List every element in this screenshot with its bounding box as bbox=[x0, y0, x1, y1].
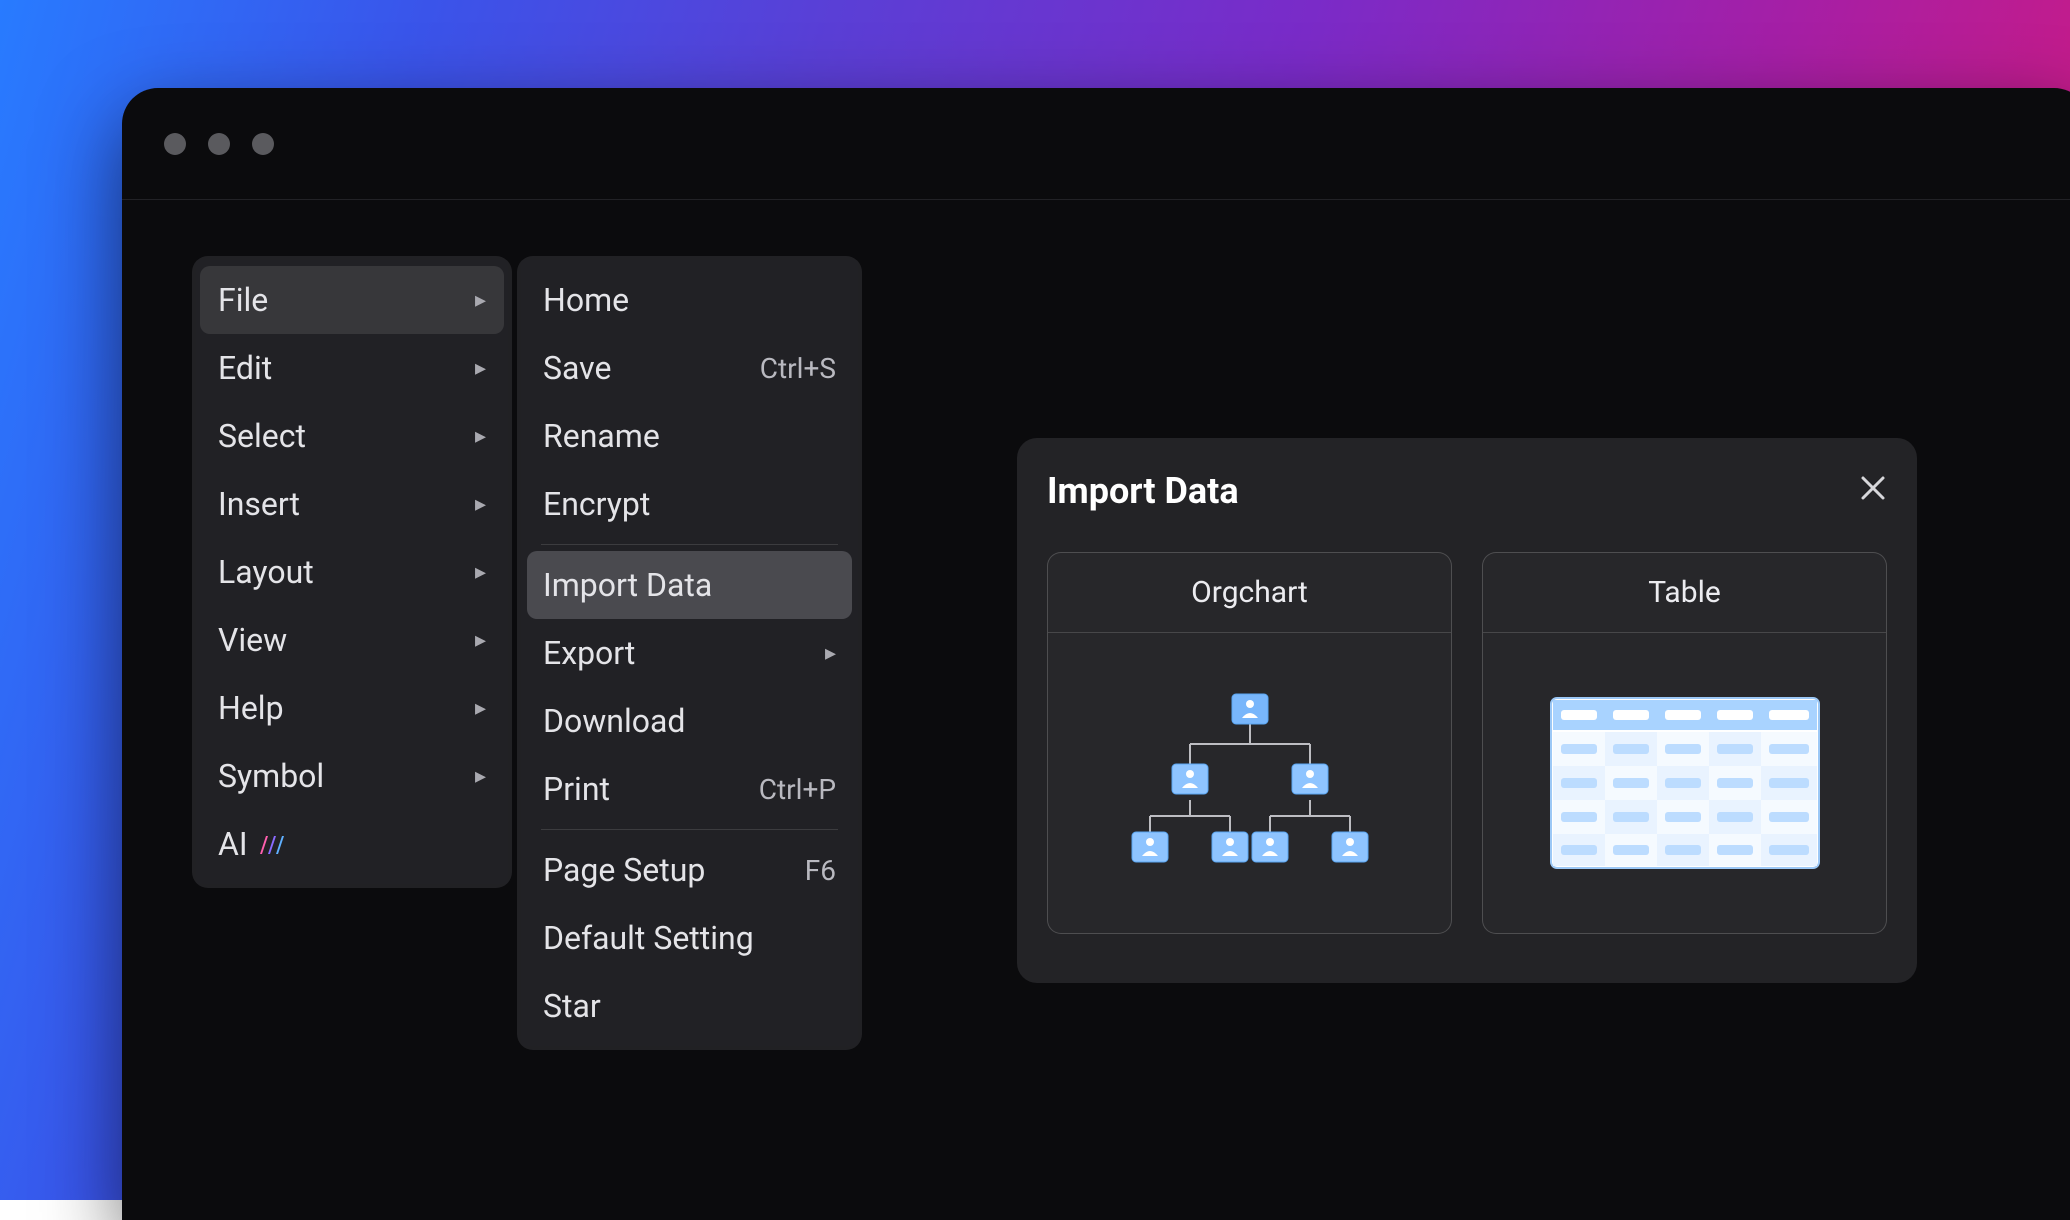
chevron-right-icon: ▸ bbox=[825, 641, 836, 666]
submenu-item-page-setup[interactable]: Page Setup F6 bbox=[517, 836, 862, 904]
submenu-item-label: Default Setting bbox=[543, 919, 836, 957]
window-minimize-dot[interactable] bbox=[208, 133, 230, 155]
menu-item-label: Layout bbox=[218, 553, 465, 591]
main-menu: File ▸ Edit ▸ Select ▸ Insert ▸ Layout ▸… bbox=[192, 256, 512, 888]
chevron-right-icon: ▸ bbox=[475, 628, 486, 653]
menu-item-label: File bbox=[218, 281, 465, 319]
menu-item-label: Help bbox=[218, 689, 465, 727]
menu-item-label: View bbox=[218, 621, 465, 659]
submenu-item-default-setting[interactable]: Default Setting bbox=[517, 904, 862, 972]
table-icon bbox=[1545, 688, 1825, 878]
menu-item-ai[interactable]: AI bbox=[192, 810, 512, 878]
submenu-item-home[interactable]: Home bbox=[517, 266, 862, 334]
submenu-item-label: Save bbox=[543, 349, 760, 387]
app-content: File ▸ Edit ▸ Select ▸ Insert ▸ Layout ▸… bbox=[122, 200, 2070, 1220]
menu-item-layout[interactable]: Layout ▸ bbox=[192, 538, 512, 606]
import-data-dialog: Import Data Orgchart bbox=[1017, 438, 1917, 983]
chevron-right-icon: ▸ bbox=[475, 696, 486, 721]
chevron-right-icon: ▸ bbox=[475, 492, 486, 517]
chevron-right-icon: ▸ bbox=[475, 560, 486, 585]
menu-item-select[interactable]: Select ▸ bbox=[192, 402, 512, 470]
submenu-separator bbox=[541, 829, 838, 830]
card-title: Table bbox=[1483, 553, 1886, 633]
window-close-dot[interactable] bbox=[164, 133, 186, 155]
card-title: Orgchart bbox=[1048, 553, 1451, 633]
menu-item-edit[interactable]: Edit ▸ bbox=[192, 334, 512, 402]
menu-item-help[interactable]: Help ▸ bbox=[192, 674, 512, 742]
submenu-item-label: Rename bbox=[543, 417, 836, 455]
dialog-cards: Orgchart bbox=[1047, 552, 1887, 934]
card-body bbox=[1048, 633, 1451, 933]
chevron-right-icon: ▸ bbox=[475, 288, 486, 313]
menu-item-insert[interactable]: Insert ▸ bbox=[192, 470, 512, 538]
window-zoom-dot[interactable] bbox=[252, 133, 274, 155]
submenu-item-rename[interactable]: Rename bbox=[517, 402, 862, 470]
menu-item-view[interactable]: View ▸ bbox=[192, 606, 512, 674]
menu-item-symbol[interactable]: Symbol ▸ bbox=[192, 742, 512, 810]
orgchart-icon bbox=[1120, 688, 1380, 878]
chevron-right-icon: ▸ bbox=[475, 764, 486, 789]
submenu-item-label: Download bbox=[543, 702, 836, 740]
submenu-item-print[interactable]: Print Ctrl+P bbox=[517, 755, 862, 823]
submenu-separator bbox=[541, 544, 838, 545]
submenu-item-export[interactable]: Export ▸ bbox=[517, 619, 862, 687]
submenu-item-download[interactable]: Download bbox=[517, 687, 862, 755]
submenu-item-save[interactable]: Save Ctrl+S bbox=[517, 334, 862, 402]
menu-item-ai-text: AI bbox=[218, 825, 248, 863]
submenu-item-label: Encrypt bbox=[543, 485, 836, 523]
dialog-header: Import Data bbox=[1047, 462, 1887, 520]
submenu-item-import-data[interactable]: Import Data bbox=[527, 551, 852, 619]
card-table[interactable]: Table bbox=[1482, 552, 1887, 934]
ai-badge-icon bbox=[258, 832, 284, 856]
menu-item-label: AI bbox=[218, 825, 486, 863]
menu-item-file[interactable]: File ▸ bbox=[200, 266, 504, 334]
submenu-item-label: Export bbox=[543, 634, 815, 672]
submenu-item-label: Page Setup bbox=[543, 851, 805, 889]
chevron-right-icon: ▸ bbox=[475, 356, 486, 381]
card-orgchart[interactable]: Orgchart bbox=[1047, 552, 1452, 934]
submenu-item-label: Import Data bbox=[543, 566, 836, 604]
menu-item-label: Select bbox=[218, 417, 465, 455]
submenu-item-shortcut: Ctrl+P bbox=[759, 773, 836, 806]
file-submenu: Home Save Ctrl+S Rename Encrypt Import D… bbox=[517, 256, 862, 1050]
menu-item-label: Symbol bbox=[218, 757, 465, 795]
submenu-item-shortcut: F6 bbox=[805, 854, 836, 887]
submenu-item-shortcut: Ctrl+S bbox=[760, 352, 836, 385]
dialog-title: Import Data bbox=[1047, 470, 1239, 512]
chevron-right-icon: ▸ bbox=[475, 424, 486, 449]
window-titlebar bbox=[122, 88, 2070, 200]
submenu-item-label: Home bbox=[543, 281, 836, 319]
menu-item-label: Insert bbox=[218, 485, 465, 523]
app-window: File ▸ Edit ▸ Select ▸ Insert ▸ Layout ▸… bbox=[122, 88, 2070, 1220]
submenu-item-label: Star bbox=[543, 987, 836, 1025]
close-icon[interactable] bbox=[1859, 474, 1887, 508]
submenu-item-encrypt[interactable]: Encrypt bbox=[517, 470, 862, 538]
submenu-item-star[interactable]: Star bbox=[517, 972, 862, 1040]
menu-item-label: Edit bbox=[218, 349, 465, 387]
submenu-item-label: Print bbox=[543, 770, 759, 808]
card-body bbox=[1483, 633, 1886, 933]
